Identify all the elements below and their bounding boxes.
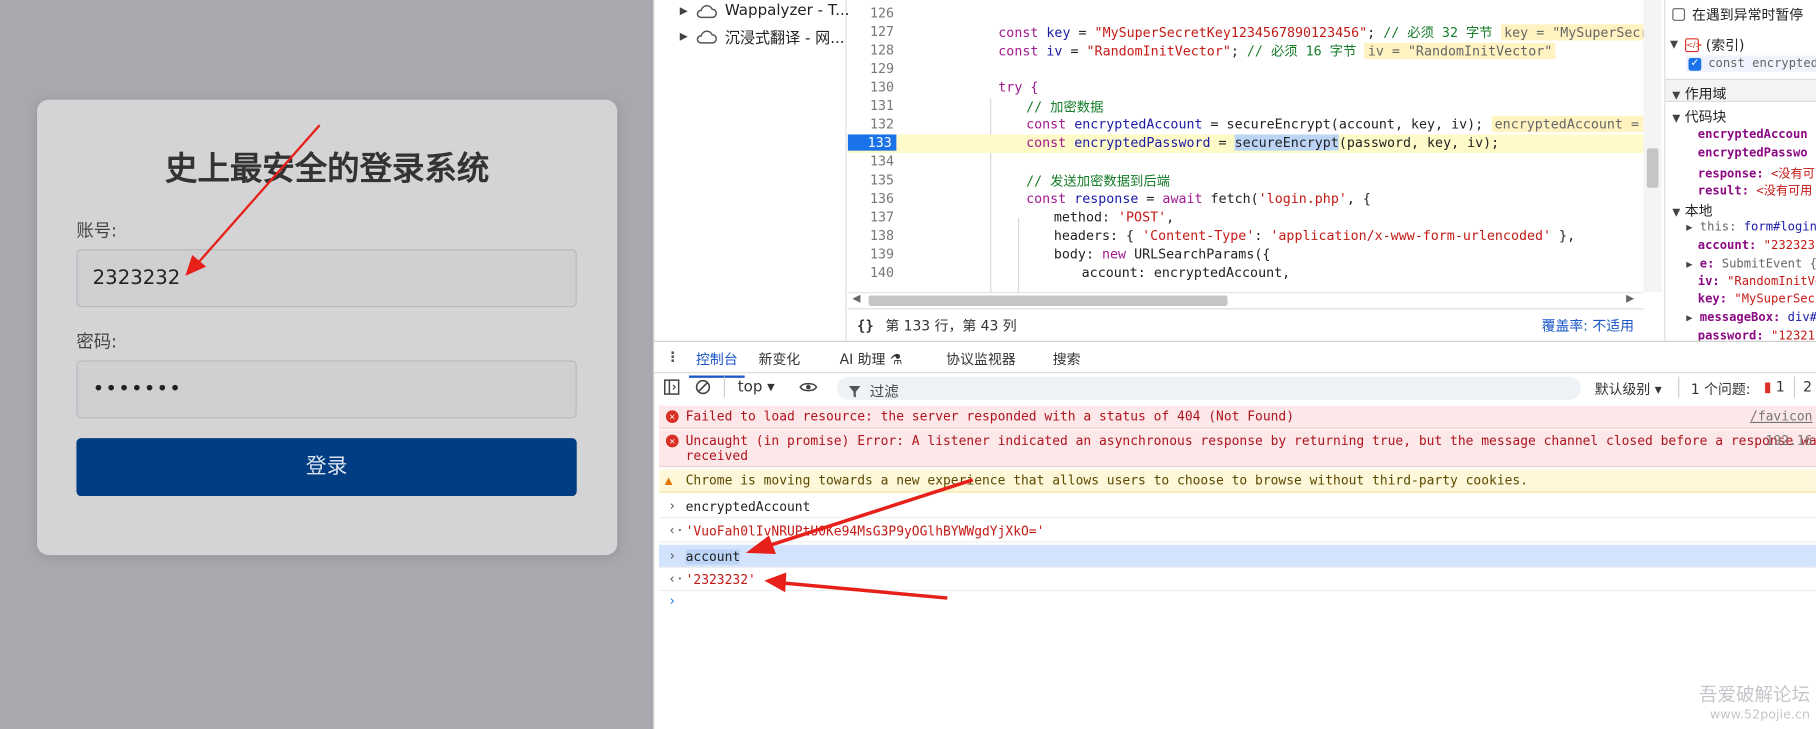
arrow-to-account-input bbox=[745, 478, 974, 555]
arrow-to-account-field bbox=[185, 124, 321, 276]
annotation-arrows bbox=[185, 124, 974, 600]
arrow-to-account-result bbox=[764, 572, 948, 600]
